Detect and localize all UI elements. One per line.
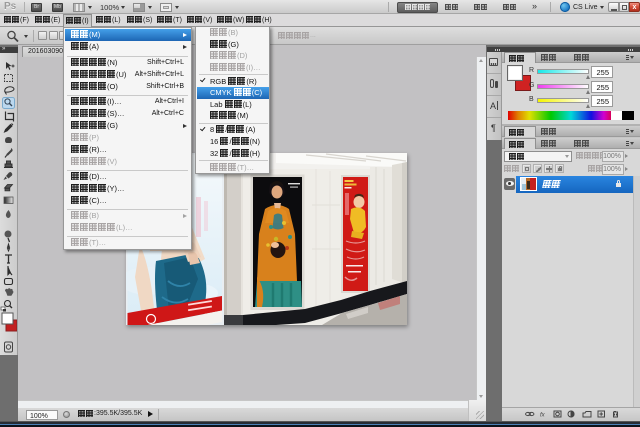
svg-text:fx: fx	[540, 413, 546, 419]
